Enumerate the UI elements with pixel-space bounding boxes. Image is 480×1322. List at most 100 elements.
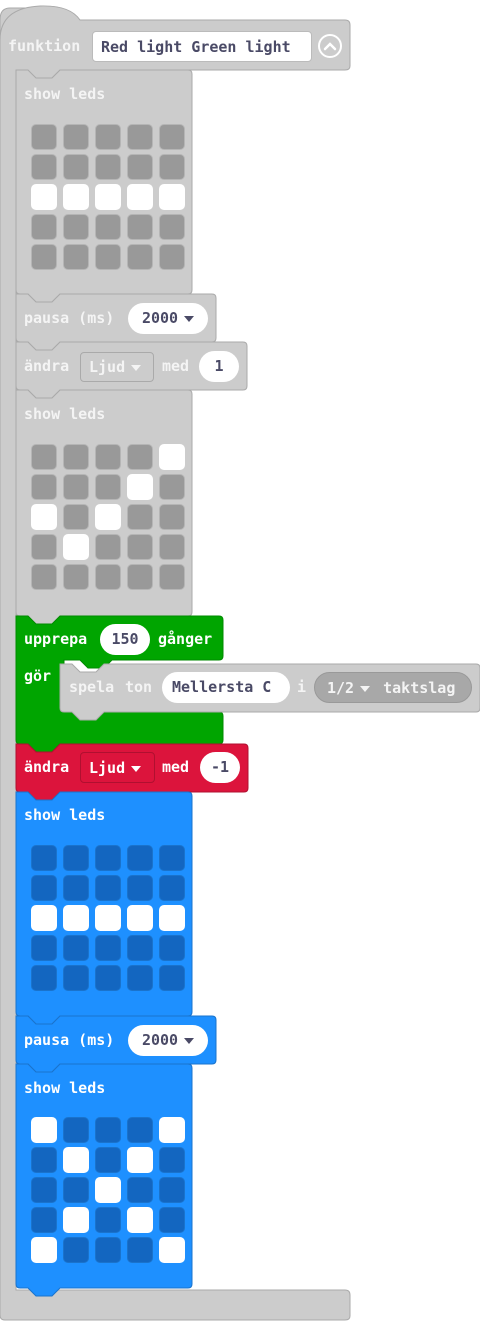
led-off[interactable] bbox=[31, 875, 57, 901]
led-off[interactable] bbox=[31, 244, 57, 270]
led-on[interactable] bbox=[63, 1207, 89, 1233]
led-off[interactable] bbox=[127, 1237, 153, 1263]
led-off[interactable] bbox=[31, 965, 57, 991]
led-on[interactable] bbox=[127, 474, 153, 500]
led-off[interactable] bbox=[63, 124, 89, 150]
led-on[interactable] bbox=[159, 905, 185, 931]
led-off[interactable] bbox=[31, 1177, 57, 1203]
led-on[interactable] bbox=[95, 504, 121, 530]
led-off[interactable] bbox=[63, 474, 89, 500]
led-on[interactable] bbox=[31, 1117, 57, 1143]
led-off[interactable] bbox=[95, 1237, 121, 1263]
led-on[interactable] bbox=[31, 504, 57, 530]
beat-dropdown[interactable]: 1/2 taktslag bbox=[314, 672, 472, 703]
led-off[interactable] bbox=[127, 154, 153, 180]
led-off[interactable] bbox=[127, 214, 153, 240]
led-off[interactable] bbox=[31, 534, 57, 560]
led-off[interactable] bbox=[127, 244, 153, 270]
led-off[interactable] bbox=[159, 1147, 185, 1173]
led-off[interactable] bbox=[95, 1147, 121, 1173]
led-off[interactable] bbox=[95, 474, 121, 500]
pause-duration-dropdown[interactable]: 2000 bbox=[128, 1025, 208, 1056]
led-off[interactable] bbox=[159, 1207, 185, 1233]
led-off[interactable] bbox=[95, 154, 121, 180]
led-off[interactable] bbox=[127, 1117, 153, 1143]
change-amount-input[interactable]: 1 bbox=[199, 351, 239, 382]
led-off[interactable] bbox=[127, 534, 153, 560]
led-off[interactable] bbox=[95, 534, 121, 560]
led-on[interactable] bbox=[63, 905, 89, 931]
led-on[interactable] bbox=[159, 184, 185, 210]
led-off[interactable] bbox=[95, 935, 121, 961]
led-on[interactable] bbox=[31, 1237, 57, 1263]
led-off[interactable] bbox=[159, 154, 185, 180]
function-name-field[interactable]: Red light Green light bbox=[92, 31, 312, 62]
led-on[interactable] bbox=[127, 1207, 153, 1233]
led-off[interactable] bbox=[159, 1177, 185, 1203]
led-off[interactable] bbox=[31, 1147, 57, 1173]
led-off[interactable] bbox=[127, 875, 153, 901]
led-off[interactable] bbox=[127, 444, 153, 470]
led-off[interactable] bbox=[63, 504, 89, 530]
led-off[interactable] bbox=[159, 124, 185, 150]
led-off[interactable] bbox=[31, 935, 57, 961]
led-off[interactable] bbox=[63, 1177, 89, 1203]
chevron-up-circle-icon[interactable] bbox=[318, 34, 342, 58]
led-off[interactable] bbox=[63, 244, 89, 270]
led-off[interactable] bbox=[95, 124, 121, 150]
led-on[interactable] bbox=[127, 1147, 153, 1173]
led-off[interactable] bbox=[127, 845, 153, 871]
led-off[interactable] bbox=[95, 1117, 121, 1143]
led-on[interactable] bbox=[95, 184, 121, 210]
led-off[interactable] bbox=[63, 845, 89, 871]
led-off[interactable] bbox=[159, 244, 185, 270]
led-off[interactable] bbox=[31, 564, 57, 590]
repeat-count-input[interactable]: 150 bbox=[100, 624, 150, 655]
led-off[interactable] bbox=[31, 474, 57, 500]
led-off[interactable] bbox=[95, 845, 121, 871]
change-amount-input[interactable]: -1 bbox=[200, 752, 240, 783]
led-off[interactable] bbox=[159, 534, 185, 560]
led-on[interactable] bbox=[159, 444, 185, 470]
led-off[interactable] bbox=[159, 965, 185, 991]
led-off[interactable] bbox=[95, 244, 121, 270]
led-off[interactable] bbox=[127, 965, 153, 991]
led-off[interactable] bbox=[63, 1117, 89, 1143]
led-off[interactable] bbox=[31, 154, 57, 180]
variable-dropdown[interactable]: Ljud bbox=[80, 352, 154, 382]
led-off[interactable] bbox=[63, 875, 89, 901]
led-off[interactable] bbox=[31, 845, 57, 871]
led-off[interactable] bbox=[63, 154, 89, 180]
note-dropdown[interactable]: Mellersta C bbox=[162, 672, 290, 703]
led-off[interactable] bbox=[31, 214, 57, 240]
led-on[interactable] bbox=[159, 1117, 185, 1143]
led-off[interactable] bbox=[63, 965, 89, 991]
led-off[interactable] bbox=[159, 214, 185, 240]
led-off[interactable] bbox=[95, 444, 121, 470]
led-on[interactable] bbox=[31, 905, 57, 931]
led-on[interactable] bbox=[127, 184, 153, 210]
led-on[interactable] bbox=[31, 184, 57, 210]
led-on[interactable] bbox=[63, 1147, 89, 1173]
led-on[interactable] bbox=[159, 1237, 185, 1263]
led-off[interactable] bbox=[63, 1237, 89, 1263]
led-on[interactable] bbox=[63, 184, 89, 210]
led-off[interactable] bbox=[95, 875, 121, 901]
led-off[interactable] bbox=[159, 845, 185, 871]
led-off[interactable] bbox=[31, 1207, 57, 1233]
pause-duration-dropdown[interactable]: 2000 bbox=[128, 303, 208, 334]
led-on[interactable] bbox=[127, 905, 153, 931]
variable-dropdown[interactable]: Ljud bbox=[80, 752, 155, 783]
led-off[interactable] bbox=[95, 214, 121, 240]
led-off[interactable] bbox=[95, 1207, 121, 1233]
led-off[interactable] bbox=[63, 214, 89, 240]
led-off[interactable] bbox=[95, 965, 121, 991]
led-off[interactable] bbox=[31, 444, 57, 470]
led-off[interactable] bbox=[31, 124, 57, 150]
led-off[interactable] bbox=[127, 564, 153, 590]
led-off[interactable] bbox=[127, 504, 153, 530]
led-on[interactable] bbox=[95, 1177, 121, 1203]
led-off[interactable] bbox=[63, 564, 89, 590]
led-off[interactable] bbox=[127, 124, 153, 150]
led-off[interactable] bbox=[127, 935, 153, 961]
